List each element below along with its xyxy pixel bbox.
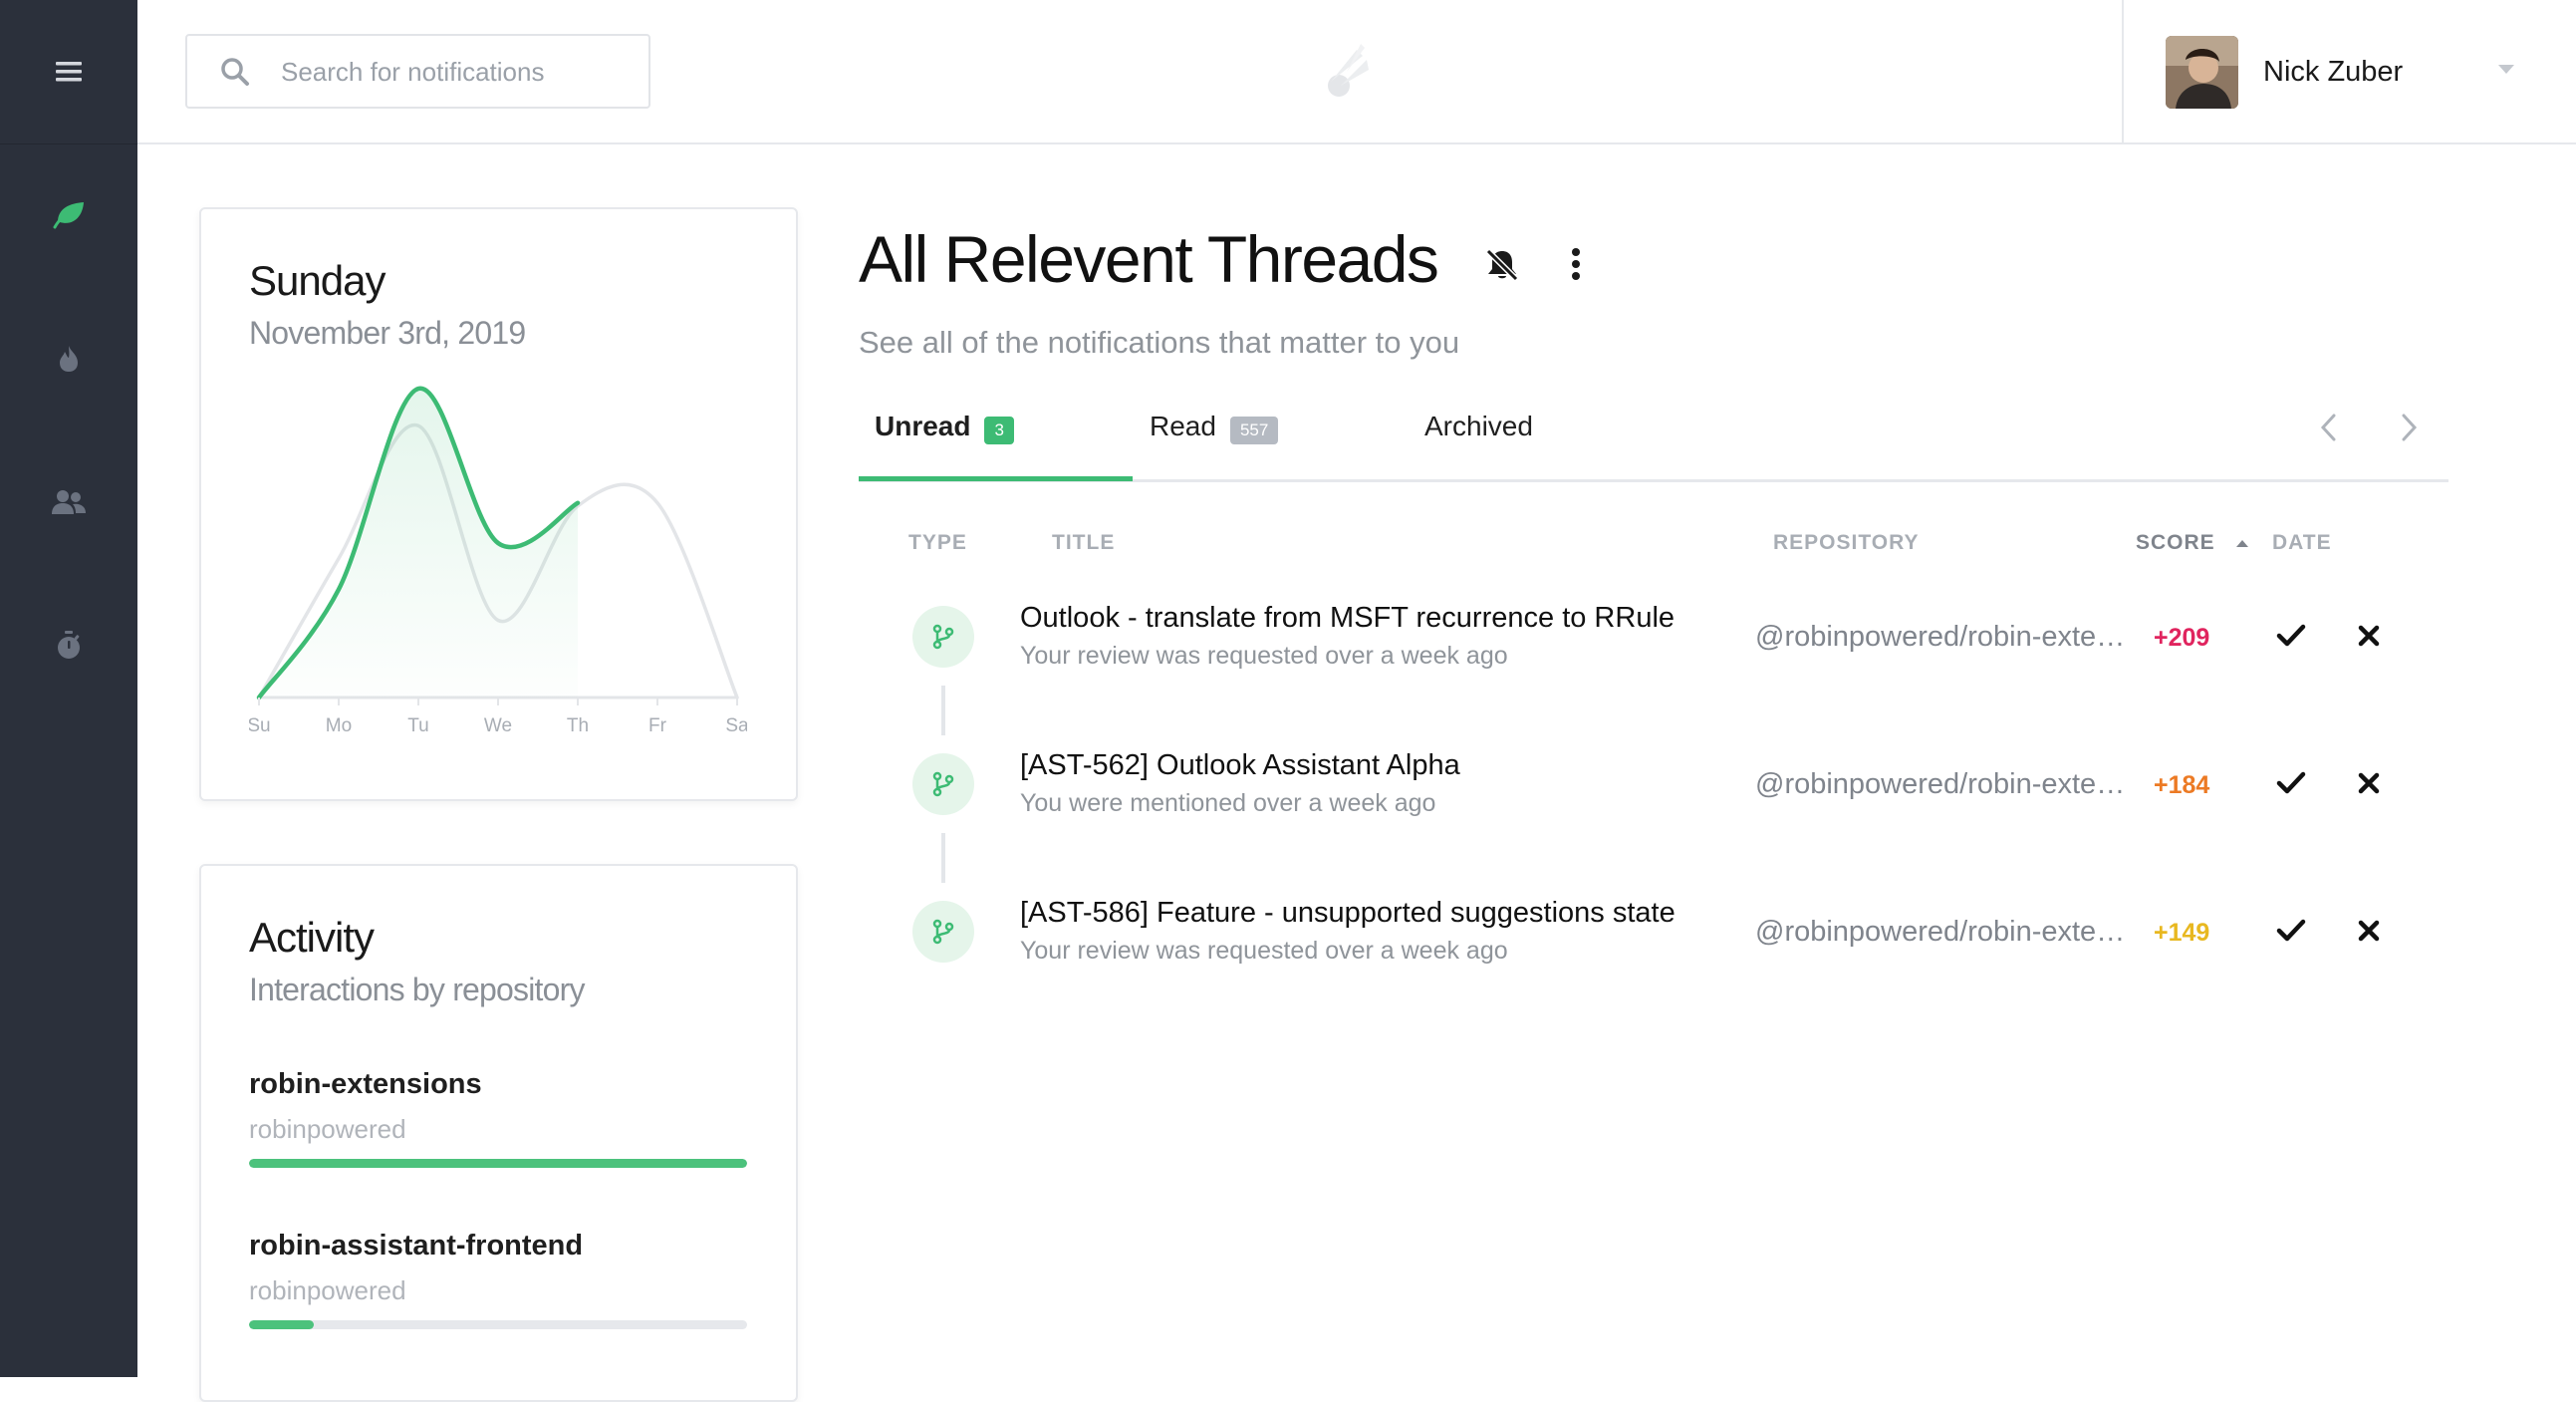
tab-unread[interactable]: Unread 3: [875, 411, 1014, 482]
sidebar-item-timer[interactable]: [0, 616, 137, 676]
page-subtitle: See all of the notifications that matter…: [859, 325, 1460, 360]
archive-button[interactable]: [2349, 763, 2389, 803]
users-icon: [52, 490, 86, 514]
git-branch-icon: [932, 771, 954, 797]
sidebar: [0, 0, 137, 1377]
search-icon: [221, 58, 249, 86]
search-box[interactable]: [185, 34, 650, 109]
thread-title[interactable]: [AST-586] Feature - unsupported suggesti…: [1020, 897, 1675, 930]
close-icon: [2358, 920, 2380, 942]
check-icon: [2276, 624, 2306, 647]
column-header-title[interactable]: TITLE: [1052, 531, 1115, 555]
table-row[interactable]: [AST-562] Outlook Assistant Alpha You we…: [859, 733, 2448, 853]
thread-tabs: Unread 3 Read 557 Archived: [859, 397, 2448, 482]
column-header-label: SCORE: [2136, 531, 2215, 554]
pull-request-type-icon: [912, 606, 974, 668]
archive-button[interactable]: [2349, 616, 2389, 656]
page-title: All Relevent Threads: [859, 222, 1439, 296]
unread-count-badge: 3: [984, 417, 1014, 444]
read-count-badge: 557: [1229, 417, 1279, 444]
check-icon: [2276, 771, 2306, 794]
column-header-score[interactable]: SCORE: [2136, 531, 2250, 555]
check-icon: [2276, 919, 2306, 942]
stopwatch-icon: [58, 631, 80, 659]
x-tick-label: Su: [249, 715, 271, 736]
thread-score: +184: [2154, 771, 2210, 799]
menu-button[interactable]: [0, 0, 137, 144]
activity-subtitle: Interactions by repository: [249, 972, 586, 1007]
git-branch-icon: [932, 919, 954, 945]
thread-repository[interactable]: @robinpowered/robin-extensions: [1755, 768, 2129, 801]
user-menu[interactable]: Nick Zuber: [2122, 0, 2576, 144]
x-tick-label: Sa: [725, 715, 747, 736]
thread-reason: Your review was requested over a week ag…: [1020, 937, 1508, 965]
repo-owner: robinpowered: [249, 1275, 406, 1305]
tab-label: Read: [1150, 411, 1216, 441]
pull-request-type-icon: [912, 753, 974, 815]
thread-title[interactable]: Outlook - translate from MSFT recurrence…: [1020, 602, 1674, 635]
leaf-icon: [53, 202, 84, 229]
repo-activity-bar: [249, 1320, 747, 1329]
weekly-activity-chart: Su Mo Tu We Th Fr Sa: [249, 386, 747, 736]
tab-label: Archived: [1424, 411, 1533, 441]
pull-request-type-icon: [912, 901, 974, 963]
sidebar-item-hot[interactable]: [0, 329, 137, 389]
table-row[interactable]: Outlook - translate from MSFT recurrence…: [859, 586, 2448, 705]
bell-off-icon[interactable]: [1484, 247, 1520, 283]
day-summary-card: Sunday November 3rd, 2019 Su Mo Tu We Th Fr Sa: [199, 207, 798, 801]
user-name: Nick Zuber: [2263, 56, 2404, 88]
repo-name[interactable]: robin-extensions: [249, 1068, 482, 1101]
sidebar-item-people[interactable]: [0, 472, 137, 532]
thread-score: +209: [2154, 624, 2210, 652]
thread-score: +149: [2154, 919, 2210, 947]
thread-reason: You were mentioned over a week ago: [1020, 789, 1436, 817]
mark-read-button[interactable]: [2271, 763, 2311, 803]
chevron-left-icon[interactable]: [2319, 413, 2339, 442]
x-tick-label: Tu: [407, 715, 428, 736]
repo-owner: robinpowered: [249, 1114, 406, 1144]
chevron-down-icon: [2498, 65, 2514, 74]
column-header-date[interactable]: DATE: [2272, 531, 2332, 555]
hamburger-icon: [56, 62, 82, 82]
x-tick-label: Mo: [326, 715, 352, 736]
chevron-right-icon[interactable]: [2399, 413, 2419, 442]
mark-read-button[interactable]: [2271, 616, 2311, 656]
thread-repository[interactable]: @robinpowered/robin-extensions: [1755, 916, 2129, 949]
x-tick-label: Fr: [648, 715, 667, 736]
sidebar-item-activity[interactable]: [0, 185, 137, 245]
column-header-repository[interactable]: REPOSITORY: [1773, 531, 1920, 555]
mark-read-button[interactable]: [2271, 911, 2311, 951]
repo-activity-bar: [249, 1159, 747, 1168]
day-date: November 3rd, 2019: [249, 315, 526, 351]
comet-logo-icon: [1328, 44, 1369, 97]
thread-repository[interactable]: @robinpowered/robin-extensions: [1755, 621, 2129, 654]
git-branch-icon: [932, 624, 954, 650]
day-title: Sunday: [249, 257, 386, 304]
thread-title[interactable]: [AST-562] Outlook Assistant Alpha: [1020, 749, 1460, 782]
repo-name[interactable]: robin-assistant-frontend: [249, 1230, 583, 1262]
more-vertical-icon[interactable]: [1570, 247, 1582, 281]
top-bar: Nick Zuber: [137, 0, 2576, 144]
archive-button[interactable]: [2349, 911, 2389, 951]
sort-ascending-icon: [2235, 540, 2248, 548]
repo-activity-fill: [249, 1320, 314, 1329]
activity-card: Activity Interactions by repository robi…: [199, 864, 798, 1402]
thread-reason: Your review was requested over a week ag…: [1020, 642, 1508, 670]
repo-activity-fill: [249, 1159, 747, 1168]
tab-read[interactable]: Read 557: [1150, 411, 1279, 482]
close-icon: [2358, 772, 2380, 794]
flame-icon: [60, 346, 78, 372]
activity-title: Activity: [249, 914, 375, 961]
tab-label: Unread: [875, 411, 971, 441]
x-tick-label: We: [484, 715, 512, 736]
table-row[interactable]: [AST-586] Feature - unsupported suggesti…: [859, 881, 2448, 1000]
close-icon: [2358, 625, 2380, 647]
avatar: [2166, 36, 2238, 109]
column-header-type: TYPE: [908, 531, 967, 554]
tab-archived[interactable]: Archived: [1424, 411, 1533, 482]
x-tick-label: Th: [567, 715, 589, 736]
search-input[interactable]: [281, 52, 620, 92]
active-tab-indicator: [859, 476, 1133, 481]
